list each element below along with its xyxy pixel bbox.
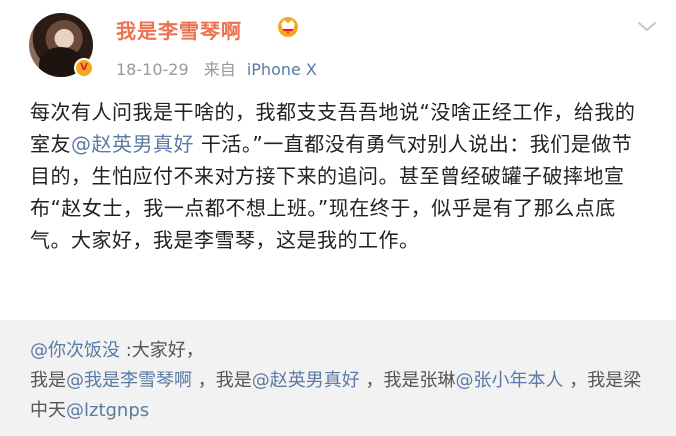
post-from-label: 来自 [203,60,236,79]
vip-crown-icon[interactable]: V [275,14,301,38]
repost-user-link[interactable]: @你次饭没 [30,340,120,361]
mention-link[interactable]: @我是李雪琴啊 [66,370,192,391]
repost-text-part: ，我是张琳 [359,370,456,391]
mention-link[interactable]: @lztgnps [66,400,149,421]
mention-link[interactable]: @赵英男真好 [71,132,194,156]
svg-text:V: V [286,28,291,36]
post-date: 18-10-29 [116,60,189,79]
mention-link[interactable]: @赵英男真好 [252,370,360,391]
post-content: 每次有人问我是干啥的，我都支支吾吾地说“没啥正经工作，给我的室友@赵英男真好 干… [30,96,650,256]
username[interactable]: 我是李雪琴啊 [116,15,242,44]
repost-edge [666,320,676,436]
repost-text-part: :大家好， [120,340,204,361]
mention-link[interactable]: @张小年本人 [455,370,563,391]
repost-text-part: 我是 [30,370,66,391]
post-meta: 18-10-29 来自 iPhone X [116,56,317,80]
repost-text-part: ，我是 [192,370,252,391]
chevron-down-icon[interactable] [636,18,658,34]
post-device[interactable]: iPhone X [247,60,317,79]
repost-text: @你次饭没 :大家好， 我是@我是李雪琴啊 ，我是@赵英男真好 ，我是张琳@张小… [30,336,650,426]
verified-badge-icon: V [74,58,94,78]
